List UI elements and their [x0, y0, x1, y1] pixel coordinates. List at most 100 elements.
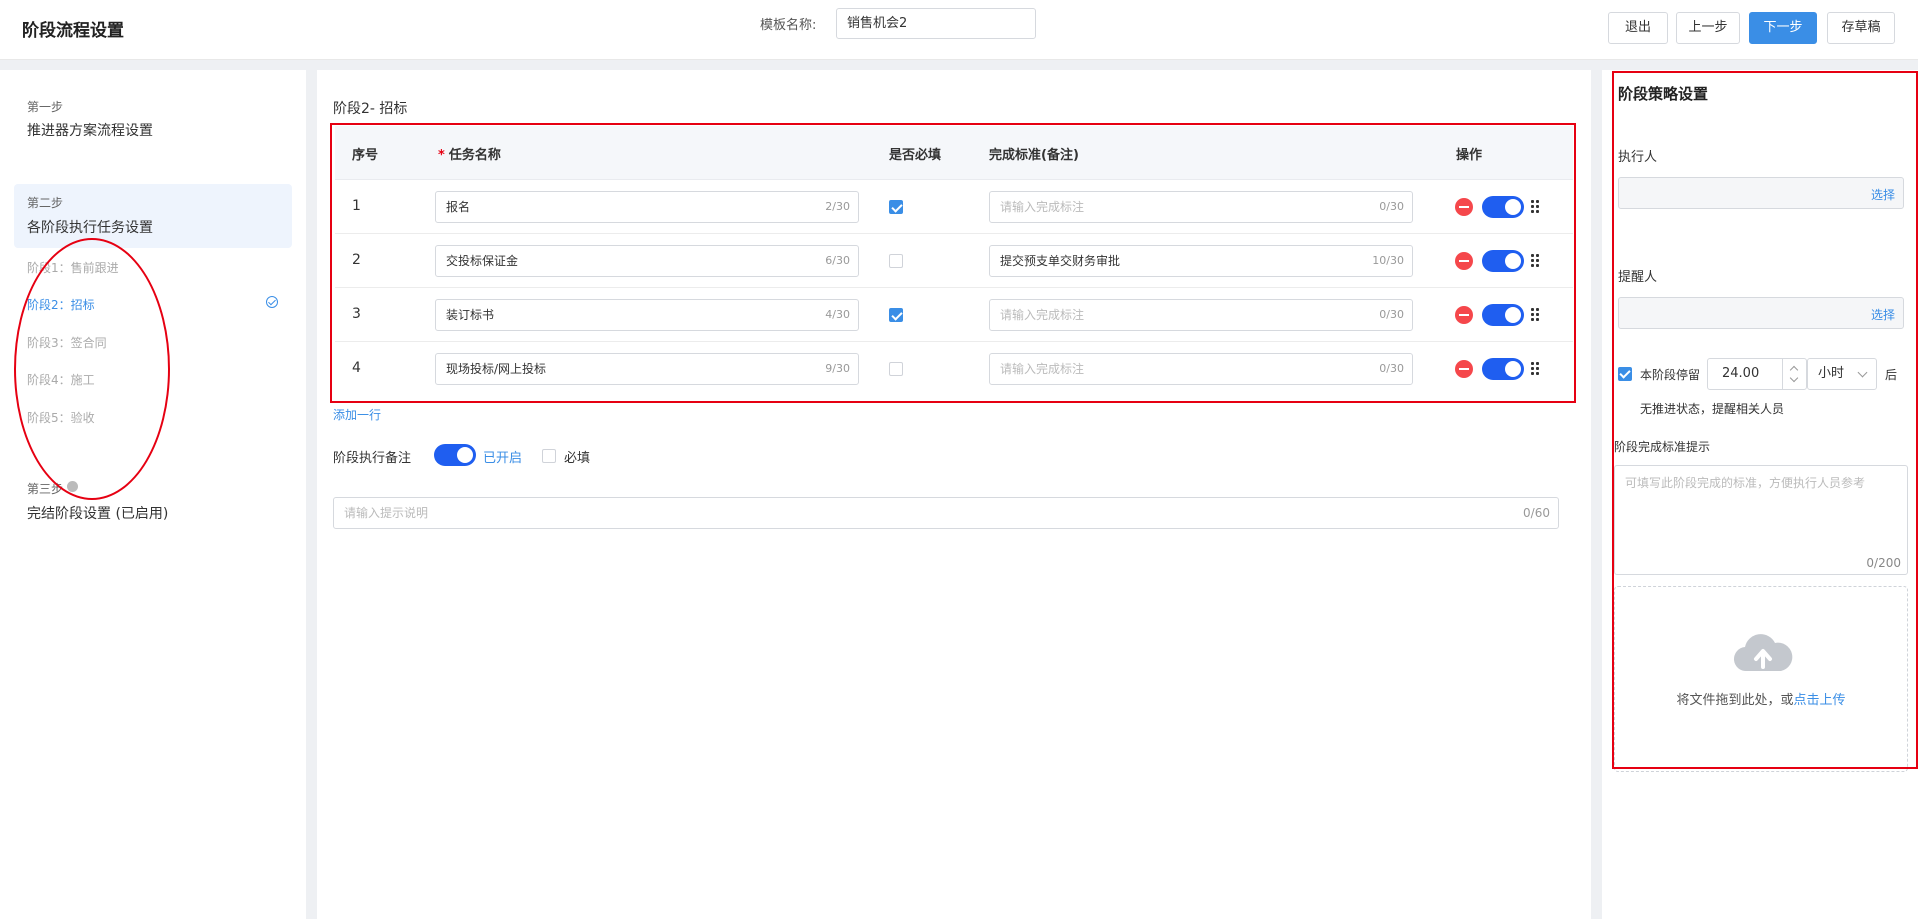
remark-toggle[interactable] — [434, 444, 476, 466]
step2-title[interactable]: 各阶段执行任务设置 — [27, 217, 153, 237]
enable-toggle[interactable] — [1482, 250, 1524, 272]
task-name-value: 交投标保证金 — [446, 254, 519, 268]
enable-toggle[interactable] — [1482, 304, 1524, 326]
remark-required-checkbox[interactable] — [542, 449, 556, 463]
standard-tip-placeholder: 可填写此阶段完成的标准，方便执行人员参考 — [1625, 476, 1866, 490]
remark-label: 阶段执行备注 — [333, 451, 412, 466]
stay-note: 无推进状态，提醒相关人员 — [1640, 402, 1785, 416]
header-task-name-text: 任务名称 — [448, 148, 501, 163]
standard-input[interactable]: 请输入完成标注 0/30 — [989, 353, 1413, 385]
prev-step-button[interactable]: 上一步 — [1676, 12, 1740, 44]
char-count: 0/60 — [1523, 506, 1550, 520]
required-checkbox[interactable] — [889, 254, 903, 268]
executor-label: 执行人 — [1618, 150, 1658, 165]
standard-placeholder: 请输入完成标注 — [1000, 308, 1085, 322]
exit-button[interactable]: 退出 — [1608, 12, 1668, 44]
strategy-panel: 阶段策略设置 执行人 选择 提醒人 选择 本阶段停留 24.00 小时 后 无推… — [1602, 70, 1918, 919]
add-row-link[interactable]: 添加一行 — [333, 406, 381, 423]
cloud-upload-icon — [1733, 634, 1793, 672]
stay-value: 24.00 — [1722, 366, 1760, 381]
tip-placeholder: 请输入提示说明 — [344, 506, 429, 520]
upload-hint: 将文件拖到此处，或 — [1676, 693, 1794, 708]
step3-title[interactable]: 完结阶段设置 (已启用) — [27, 503, 168, 523]
char-count: 0/30 — [1379, 362, 1404, 375]
next-step-button[interactable]: 下一步 — [1749, 12, 1817, 44]
executor-select[interactable]: 选择 — [1618, 177, 1904, 209]
stay-checkbox[interactable] — [1618, 367, 1632, 381]
sidebar-stage-3[interactable]: 阶段3：签合同 — [27, 334, 107, 351]
table-row: 1 报名 2/30 请输入完成标注 0/30 — [335, 180, 1573, 234]
standard-value: 提交预支单交财务审批 — [1000, 254, 1121, 268]
reminder-choose-link[interactable]: 选择 — [1871, 306, 1895, 323]
header-no: 序号 — [352, 148, 379, 163]
standard-placeholder: 请输入完成标注 — [1000, 200, 1085, 214]
required-mark: * — [438, 148, 445, 163]
remove-icon[interactable] — [1455, 306, 1473, 324]
stepper-icon[interactable] — [1782, 359, 1806, 389]
upload-dropzone[interactable]: 将文件拖到此处，或点击上传 — [1614, 586, 1908, 772]
task-settings-panel: 阶段2- 招标 序号 * 任务名称 是否必填 完成标准(备注) 操作 1 报名 2/… — [317, 70, 1591, 919]
header-task-name: * 任务名称 — [438, 144, 501, 163]
table-header: 序号 * 任务名称 是否必填 完成标准(备注) 操作 — [335, 126, 1573, 180]
sidebar-stage-4[interactable]: 阶段4：施工 — [27, 371, 95, 388]
table-row: 4 现场投标/网上投标 9/30 请输入完成标注 0/30 — [335, 342, 1573, 396]
char-count: 6/30 — [825, 254, 850, 267]
char-count: 0/30 — [1379, 308, 1404, 321]
steps-sidebar: 第一步 推进器方案流程设置 第二步 各阶段执行任务设置 阶段1：售前跟进 阶段2… — [0, 70, 306, 919]
task-name-input[interactable]: 现场投标/网上投标 9/30 — [435, 353, 859, 385]
task-name-input[interactable]: 报名 2/30 — [435, 191, 859, 223]
task-name-input[interactable]: 交投标保证金 6/30 — [435, 245, 859, 277]
save-draft-button[interactable]: 存草稿 — [1827, 12, 1895, 44]
enable-toggle[interactable] — [1482, 196, 1524, 218]
step3-tag: 第三步 — [27, 482, 64, 496]
standard-tip-textarea[interactable]: 可填写此阶段完成的标准，方便执行人员参考 0/200 — [1614, 465, 1908, 575]
standard-input[interactable]: 提交预支单交财务审批 10/30 — [989, 245, 1413, 277]
drag-handle-icon[interactable] — [1531, 362, 1541, 376]
info-dot-icon — [67, 481, 78, 492]
task-name-value: 装订标书 — [446, 308, 495, 322]
remove-icon[interactable] — [1455, 252, 1473, 270]
remove-icon[interactable] — [1455, 198, 1473, 216]
stay-number-input[interactable]: 24.00 — [1707, 358, 1807, 390]
template-name-input[interactable]: 销售机会2 — [836, 8, 1036, 39]
header-required: 是否必填 — [889, 148, 942, 163]
drag-handle-icon[interactable] — [1531, 200, 1541, 214]
char-count: 0/200 — [1866, 556, 1901, 570]
unit-value: 小时 — [1818, 366, 1845, 381]
drag-handle-icon[interactable] — [1531, 254, 1541, 268]
char-count: 9/30 — [825, 362, 850, 375]
upload-link[interactable]: 点击上传 — [1794, 693, 1846, 708]
row-no: 4 — [352, 360, 361, 376]
task-table: 序号 * 任务名称 是否必填 完成标准(备注) 操作 1 报名 2/30 请输入完成… — [335, 126, 1573, 408]
enable-toggle[interactable] — [1482, 358, 1524, 380]
task-name-value: 报名 — [446, 200, 471, 214]
top-bar: 阶段流程设置 模板名称: 销售机会2 退出 上一步 下一步 存草稿 — [0, 0, 1918, 60]
required-checkbox[interactable] — [889, 200, 903, 214]
sidebar-stage-5[interactable]: 阶段5：验收 — [27, 409, 95, 426]
row-no: 3 — [352, 306, 361, 322]
sidebar-stage-1[interactable]: 阶段1：售前跟进 — [27, 259, 119, 276]
annotation-ellipse — [14, 238, 170, 500]
char-count: 4/30 — [825, 308, 850, 321]
remove-icon[interactable] — [1455, 360, 1473, 378]
char-count: 0/30 — [1379, 200, 1404, 213]
strategy-title: 阶段策略设置 — [1618, 85, 1709, 103]
char-count: 10/30 — [1372, 254, 1404, 267]
stay-label: 本阶段停留 — [1640, 368, 1701, 382]
tip-input[interactable]: 请输入提示说明 0/60 — [333, 497, 1559, 529]
stay-after-text: 后 — [1885, 368, 1898, 382]
step1-tag: 第一步 — [27, 100, 64, 114]
sidebar-stage-2[interactable]: 阶段2：招标 — [27, 296, 95, 313]
reminder-select[interactable]: 选择 — [1618, 297, 1904, 329]
executor-choose-link[interactable]: 选择 — [1871, 186, 1895, 203]
task-name-input[interactable]: 装订标书 4/30 — [435, 299, 859, 331]
step1-title[interactable]: 推进器方案流程设置 — [27, 120, 153, 140]
task-name-value: 现场投标/网上投标 — [446, 362, 547, 376]
drag-handle-icon[interactable] — [1531, 308, 1541, 322]
required-checkbox[interactable] — [889, 362, 903, 376]
standard-input[interactable]: 请输入完成标注 0/30 — [989, 299, 1413, 331]
remark-status: 已开启 — [483, 451, 523, 466]
unit-select[interactable]: 小时 — [1807, 358, 1877, 390]
standard-input[interactable]: 请输入完成标注 0/30 — [989, 191, 1413, 223]
required-checkbox[interactable] — [889, 308, 903, 322]
